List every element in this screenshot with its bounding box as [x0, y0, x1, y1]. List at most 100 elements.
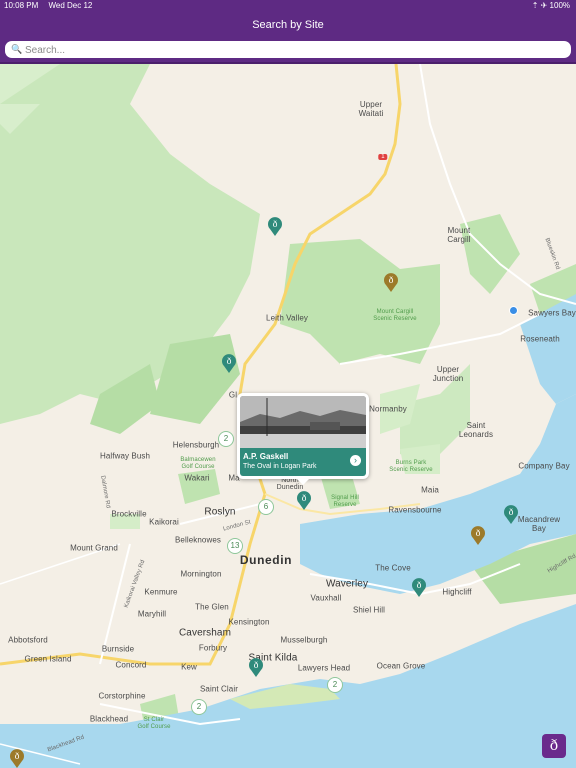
svg-text:ð: ð: [302, 494, 307, 503]
label-dunedin: Dunedin: [239, 553, 293, 567]
svg-text:ð: ð: [254, 661, 259, 670]
site-pin-icon: ð: [297, 491, 311, 510]
cluster-badge[interactable]: 6: [258, 499, 274, 515]
search-field-container[interactable]: 🔍: [5, 41, 571, 58]
callout-subtitle: The Oval in Logan Park: [243, 463, 317, 470]
site-pin-icon: ð: [268, 217, 282, 236]
svg-text:ð: ð: [227, 357, 232, 366]
label-lawyers-head: Lawyers Head: [297, 663, 351, 673]
svg-text:ð: ð: [417, 581, 422, 590]
label-maia: Maia: [421, 485, 439, 495]
svg-text:ð: ð: [273, 220, 278, 229]
site-pin[interactable]: ð: [383, 272, 399, 292]
label-belleknowes: Belleknowes: [174, 535, 222, 545]
nav-bar: Search by Site: [0, 12, 576, 39]
cluster-badge[interactable]: 13: [227, 538, 243, 554]
label-halfway-bush: Halfway Bush: [99, 451, 151, 461]
map-view[interactable]: 1 Upper Waitati Mount Cargill Leith Vall…: [0, 64, 576, 768]
search-bar: 🔍: [0, 39, 576, 64]
label-musselburgh: Musselburgh: [280, 635, 328, 645]
site-pin-icon: ð: [249, 658, 263, 677]
label-forbury: Forbury: [198, 643, 228, 653]
site-pin[interactable]: ð: [221, 353, 237, 373]
label-caversham: Caversham: [178, 627, 232, 639]
cluster-badge[interactable]: 2: [327, 677, 343, 693]
label-the-glen: The Glen: [195, 602, 229, 612]
label-ravensbourne: Ravensbourne: [388, 505, 442, 515]
label-normanby: Normanby: [369, 404, 407, 414]
site-pin[interactable]: ð: [296, 490, 312, 510]
site-callout[interactable]: A.P. Gaskell The Oval in Logan Park ›: [237, 393, 369, 485]
svg-text:ð: ð: [15, 752, 20, 761]
label-the-cove: The Cove: [375, 563, 411, 573]
label-vauxhall: Vauxhall: [310, 593, 342, 603]
site-pin[interactable]: ð: [267, 216, 283, 236]
status-bar: 10:08 PM Wed Dec 12 ⇡ ✈ 100%: [0, 0, 576, 12]
label-mount-cargill: Mount Cargill: [447, 226, 471, 244]
label-ocean-grove: Ocean Grove: [376, 661, 426, 671]
highway-1-shield: 1: [378, 154, 388, 160]
label-wakari: Wakari: [184, 473, 210, 483]
page-title: Search by Site: [252, 19, 324, 31]
label-roseneath: Roseneath: [520, 334, 560, 344]
label-blackhead: Blackhead: [89, 714, 129, 724]
label-green-island: Green Island: [24, 654, 72, 664]
cluster-badge[interactable]: 2: [191, 699, 207, 715]
status-time: 10:08 PM: [4, 1, 39, 10]
label-sawyers-bay: Sawyers Bay: [528, 308, 576, 318]
site-pin[interactable]: ð: [9, 748, 25, 768]
label-burnside: Burnside: [101, 644, 135, 654]
park-st-clair-golf: St Clair Golf Course: [137, 717, 171, 730]
status-date: Wed Dec 12: [48, 1, 93, 10]
callout-info: A.P. Gaskell The Oval in Logan Park ›: [240, 448, 366, 476]
label-gl: Gl: [228, 390, 238, 400]
site-pin-icon: ð: [412, 578, 426, 597]
label-saint-leonards: Saint Leonards: [458, 421, 494, 439]
label-maryhill: Maryhill: [137, 609, 167, 619]
svg-text:ð: ð: [509, 508, 514, 517]
chevron-right-icon[interactable]: ›: [350, 455, 361, 466]
label-highcliff: Highcliff: [442, 587, 472, 597]
search-icon: 🔍: [11, 44, 23, 54]
search-input[interactable]: [23, 42, 547, 58]
label-corstorphine: Corstorphine: [98, 691, 146, 701]
park-signal-hill: Signal Hill Reserve: [331, 495, 359, 508]
label-shiel-hill: Shiel Hill: [352, 605, 386, 615]
label-mornington: Mornington: [180, 569, 222, 579]
label-mount-grand: Mount Grand: [70, 543, 118, 553]
label-roslyn: Roslyn: [204, 506, 236, 518]
site-pin-icon: ð: [471, 526, 485, 545]
label-upper-waitati: Upper Waitati: [358, 100, 384, 118]
label-saint-clair: Saint Clair: [199, 684, 239, 694]
callout-title: A.P. Gaskell: [243, 452, 289, 461]
label-abbotsford: Abbotsford: [8, 635, 48, 645]
site-photo: [240, 396, 366, 448]
svg-text:ð: ð: [476, 529, 481, 538]
label-company-bay: Company Bay: [518, 461, 570, 471]
park-balmacewen: Balmacewen Golf Course: [180, 457, 216, 470]
park-burns-park: Burns Park Scenic Reserve: [389, 460, 433, 473]
site-pin-icon: ð: [10, 749, 24, 768]
current-location-dot: [509, 306, 518, 315]
label-kensington: Kensington: [228, 617, 270, 627]
site-pin-icon: ð: [504, 505, 518, 524]
site-pin[interactable]: ð: [248, 657, 264, 677]
label-brockville: Brockville: [111, 509, 147, 519]
svg-text:ð: ð: [389, 276, 394, 285]
site-pin-icon: ð: [222, 354, 236, 373]
label-upper-junction: Upper Junction: [432, 365, 464, 383]
cluster-badge[interactable]: 2: [218, 431, 234, 447]
site-pin[interactable]: ð: [503, 504, 519, 524]
label-leith-valley: Leith Valley: [266, 313, 308, 323]
dunedin-logo-icon[interactable]: ð: [542, 734, 566, 758]
site-pin-icon: ð: [384, 273, 398, 292]
label-kew: Kew: [181, 662, 197, 672]
park-mount-cargill-scenic: Mount Cargill Scenic Reserve: [373, 309, 417, 322]
status-indicators: ⇡ ✈ 100%: [531, 1, 570, 10]
label-helensburgh: Helensburgh: [172, 440, 220, 450]
label-macandrew-bay: Macandrew Bay: [517, 515, 561, 533]
site-pin[interactable]: ð: [411, 577, 427, 597]
label-concord: Concord: [115, 660, 147, 670]
site-pin[interactable]: ð: [470, 525, 486, 545]
label-waverley: Waverley: [325, 578, 369, 590]
